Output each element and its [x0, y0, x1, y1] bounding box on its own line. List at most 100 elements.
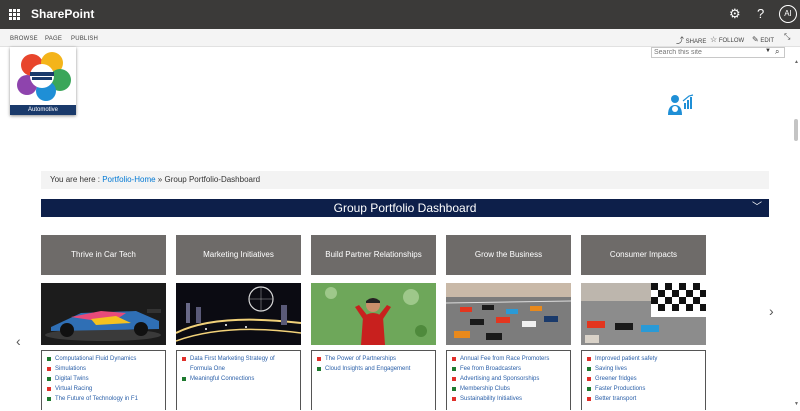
pencil-icon: ✎	[752, 35, 759, 44]
portfolio-column: Marketing Initiatives Data First Marketi…	[176, 235, 301, 410]
share-label: SHARE	[685, 39, 707, 45]
status-square	[182, 357, 186, 361]
initiative-list: Annual Fee from Race Promoters Fee from …	[446, 350, 571, 410]
page-scrollbar[interactable]: ▲ ▼	[793, 47, 800, 411]
share-icon: ⤴	[676, 36, 684, 45]
status-square	[587, 387, 591, 391]
breadcrumb-current: Group Portfolio-Dashboard	[164, 175, 261, 184]
scroll-up-icon[interactable]: ▲	[794, 59, 799, 65]
chequered-flag-photo	[581, 283, 706, 345]
dashboard-header[interactable]: Group Portfolio Dashboard ﹀	[41, 199, 769, 217]
race-car-photo	[41, 283, 166, 345]
status-square	[317, 357, 321, 361]
search-icon[interactable]: ⌕	[775, 47, 779, 57]
follow-button[interactable]: ☆ FOLLOW	[710, 35, 744, 44]
gear-icon[interactable]: ⚙	[729, 6, 741, 22]
list-item[interactable]: Faster Productions	[586, 384, 701, 394]
page-title: Group Portfolio Dashboard	[333, 201, 477, 215]
portfolio-column: Thrive in Car Tech Computational Fluid D…	[41, 235, 166, 410]
list-item[interactable]: Fee from Broadcasters	[451, 364, 566, 374]
list-item[interactable]: Data First Marketing Strategy of Formula…	[181, 354, 296, 374]
list-item[interactable]: Membership Clubs	[451, 384, 566, 394]
breadcrumb-home-link[interactable]: Portfolio-Home	[102, 175, 155, 184]
list-item[interactable]: Sustainability Initiatives	[451, 394, 566, 404]
status-square	[587, 397, 591, 401]
site-search[interactable]: ▼ ⌕	[651, 47, 785, 58]
column-tile[interactable]: Thrive in Car Tech	[41, 235, 166, 275]
suite-bar: SharePoint ⚙ ? AI	[0, 0, 800, 29]
initiative-list: Improved patient safety Saving lives Gre…	[581, 350, 706, 410]
search-input[interactable]	[654, 48, 762, 57]
list-item[interactable]: Greener fridges	[586, 374, 701, 384]
help-icon[interactable]: ?	[757, 6, 764, 21]
logo-graphic	[17, 52, 71, 101]
status-square	[47, 387, 51, 391]
people-chart-icon	[668, 94, 694, 115]
chevron-down-icon[interactable]: ﹀	[752, 199, 762, 217]
list-item[interactable]: Meaningful Connections	[181, 374, 296, 384]
breadcrumb-prefix: You are here :	[50, 175, 100, 184]
list-item[interactable]: Computational Fluid Dynamics	[46, 354, 161, 364]
avatar[interactable]: AI	[779, 5, 797, 23]
list-item[interactable]: Better transport	[586, 394, 701, 404]
scrollbar-thumb[interactable]	[794, 119, 798, 141]
column-tile[interactable]: Consumer Impacts	[581, 235, 706, 275]
tab-browse[interactable]: BROWSE	[10, 36, 38, 42]
status-square	[452, 367, 456, 371]
column-tile[interactable]: Marketing Initiatives	[176, 235, 301, 275]
status-square	[452, 357, 456, 361]
status-square	[182, 377, 186, 381]
initiative-list: Computational Fluid Dynamics Simulations…	[41, 350, 166, 410]
star-icon: ☆	[710, 35, 718, 44]
breadcrumb: You are here : Portfolio-Home » Group Po…	[41, 171, 769, 189]
status-square	[452, 387, 456, 391]
edit-label: EDIT	[760, 38, 775, 44]
site-logo[interactable]: Automotive	[10, 47, 76, 115]
column-tile[interactable]: Grow the Business	[446, 235, 571, 275]
status-square	[47, 367, 51, 371]
status-square	[317, 367, 321, 371]
initiative-list: Data First Marketing Strategy of Formula…	[176, 350, 301, 410]
carousel-next-icon[interactable]: ›	[769, 303, 774, 319]
flag-icon	[651, 283, 706, 317]
ribbon: BROWSE PAGE PUBLISH ⤴ SHARE ☆ FOLLOW ✎ E…	[0, 29, 800, 47]
list-item[interactable]: The Future of Technology in F1	[46, 394, 161, 404]
status-square	[47, 377, 51, 381]
app-launcher-icon[interactable]	[9, 9, 20, 20]
portfolio-column: Grow the Business Annual Fee from Race P…	[446, 235, 571, 410]
focus-content-icon[interactable]: ⤡	[784, 32, 790, 42]
tab-page[interactable]: PAGE	[45, 36, 62, 42]
app-name[interactable]: SharePoint	[31, 7, 94, 21]
list-item[interactable]: Annual Fee from Race Promoters	[451, 354, 566, 364]
status-square	[452, 377, 456, 381]
race-start-photo	[446, 283, 571, 345]
column-tile[interactable]: Build Partner Relationships	[311, 235, 436, 275]
portfolio-column: Build Partner Relationships The Power of…	[311, 235, 436, 410]
list-item[interactable]: Advertising and Sponsorships	[451, 374, 566, 384]
share-button[interactable]: ⤴ SHARE	[676, 35, 706, 46]
tab-publish[interactable]: PUBLISH	[71, 36, 98, 42]
status-square	[47, 357, 51, 361]
status-square	[452, 397, 456, 401]
carousel-prev-icon[interactable]: ‹	[16, 333, 21, 349]
list-item[interactable]: The Power of Partnerships	[316, 354, 431, 364]
chevron-down-icon[interactable]: ▼	[765, 48, 771, 54]
status-square	[587, 367, 591, 371]
list-item[interactable]: Digital Twins	[46, 374, 161, 384]
list-item[interactable]: Virtual Racing	[46, 384, 161, 394]
scroll-down-icon[interactable]: ▼	[794, 401, 799, 407]
list-item[interactable]: Improved patient safety	[586, 354, 701, 364]
night-circuit-photo	[176, 283, 301, 345]
initiative-list: The Power of Partnerships Cloud Insights…	[311, 350, 436, 410]
edit-button[interactable]: ✎ EDIT	[752, 35, 774, 44]
portfolio-column: Consumer Impacts Improved patient safety…	[581, 235, 706, 410]
logo-caption: Automotive	[10, 105, 76, 115]
breadcrumb-separator: »	[157, 175, 163, 184]
driver-celebration-photo	[311, 283, 436, 345]
follow-label: FOLLOW	[718, 38, 745, 44]
status-square	[587, 377, 591, 381]
list-item[interactable]: Simulations	[46, 364, 161, 374]
status-square	[47, 397, 51, 401]
list-item[interactable]: Cloud Insights and Engagement	[316, 364, 431, 374]
list-item[interactable]: Saving lives	[586, 364, 701, 374]
